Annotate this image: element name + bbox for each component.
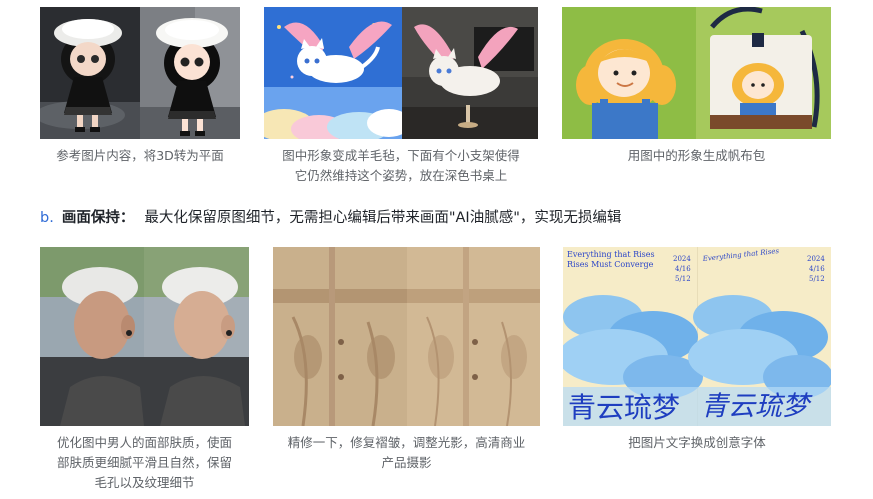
caption-line: 部肤质更细腻平滑且自然，保留 [56, 455, 232, 470]
bag-comparison-image [562, 7, 831, 139]
section-title: 画面保持： [61, 210, 135, 226]
caption-doll: 参考图片内容，将3D转为平面 [20, 146, 260, 166]
caption-line: 参考图片内容，将3D转为平面 [56, 148, 224, 163]
caption-line: 产品摄影 [381, 455, 432, 470]
caption-line: 图中形象变成羊毛毡，下面有个小支架使得 [282, 148, 520, 163]
man-comparison-image [40, 247, 249, 426]
caption-line: 用图中的形象生成帆布包 [627, 148, 766, 163]
poster-date-end: 5/12 [675, 275, 691, 283]
caption-bag: 用图中的形象生成帆布包 [562, 146, 831, 166]
caption-line: 毛孔以及纹理细节 [94, 475, 195, 490]
caption-line: 精修一下，修复褶皱，调整光影，高清商业 [287, 435, 526, 450]
poster-date-end-right: 5/12 [809, 275, 825, 283]
caption-coat: 精修一下，修复褶皱，调整光影，高清商业 产品摄影 [258, 433, 555, 473]
caption-line: 它仍然维持这个姿势，放在深色书桌上 [294, 168, 508, 183]
doll-comparison-image [40, 7, 240, 139]
caption-poster: 把图片文字换成创意字体 [563, 433, 831, 453]
caption-cat: 图中形象变成羊毛毡，下面有个小支架使得 它仍然维持这个姿势，放在深色书桌上 [246, 146, 556, 186]
poster-date-year-right: 2024 [807, 255, 825, 263]
cat-comparison-image [264, 7, 538, 139]
section-description: 最大化保留原图细节，无需担心编辑后带来画面"AI油腻感"，实现无损编辑 [144, 210, 622, 226]
poster-comparison-image: Everything that Rises Rises Must Converg… [563, 247, 831, 426]
poster-heading-line2: Rises Must Converge [567, 260, 654, 269]
caption-man: 优化图中男人的面部肤质，使面 部肤质更细腻平滑且自然，保留 毛孔以及纹理细节 [30, 433, 259, 493]
list-marker: b. [40, 210, 54, 226]
poster-chinese-title-right: 青云琉梦 [701, 391, 813, 422]
poster-chinese-title-left: 青云琉梦 [568, 391, 680, 424]
section-b-heading: b. 画面保持： 最大化保留原图细节，无需担心编辑后带来画面"AI油腻感"，实现无损… [40, 206, 621, 230]
poster-date-start-right: 4/16 [809, 265, 825, 273]
coat-comparison-image [273, 247, 540, 426]
poster-date-start: 4/16 [675, 265, 691, 273]
poster-heading-line1: Everything that Rises [567, 250, 655, 259]
caption-line: 优化图中男人的面部肤质，使面 [56, 435, 232, 450]
caption-line: 把图片文字换成创意字体 [628, 435, 766, 450]
poster-date-year: 2024 [673, 255, 691, 263]
